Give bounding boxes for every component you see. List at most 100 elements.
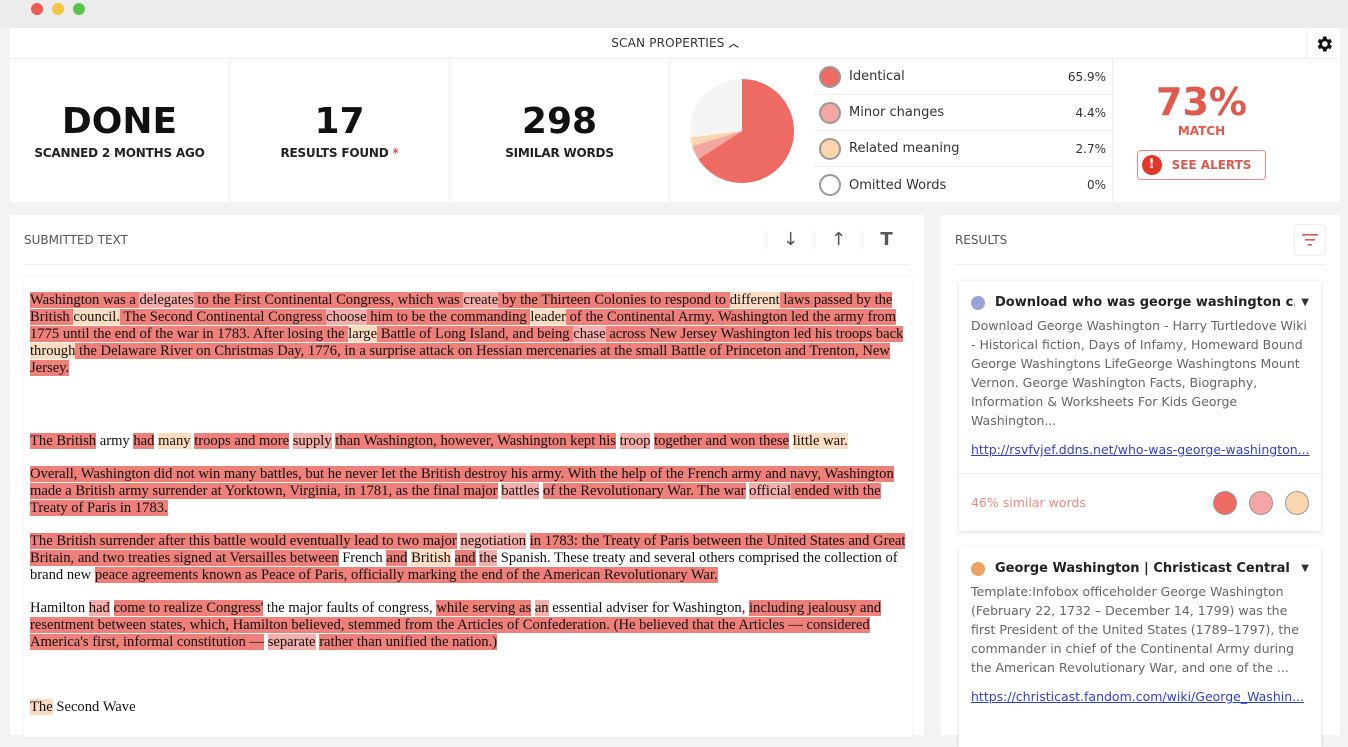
- identical-highlight[interactable]: Battle of Long Island, and being: [377, 326, 574, 342]
- identical-highlight[interactable]: than Washington, however, Washington kep…: [335, 433, 616, 449]
- identical-highlight[interactable]: together and won these: [654, 433, 790, 449]
- minor-change-highlight[interactable]: battles: [501, 483, 540, 499]
- minor-change-highlight[interactable]: official: [749, 483, 792, 499]
- result-title[interactable]: Download who was george washington c...: [995, 295, 1295, 310]
- identical-highlight[interactable]: The British: [30, 433, 97, 449]
- caret-down-icon[interactable]: ▼: [1301, 563, 1309, 574]
- globe-favicon-icon: [971, 295, 985, 310]
- alert-icon: !: [1141, 154, 1162, 175]
- match-label: MATCH: [1177, 123, 1226, 138]
- text-format-icon: T: [880, 229, 893, 250]
- related-meaning-highlight[interactable]: little war.: [792, 433, 848, 449]
- results-header: RESULTS: [955, 215, 1326, 265]
- minor-change-highlight[interactable]: an: [534, 600, 549, 616]
- minor-change-highlight[interactable]: chase: [573, 326, 606, 342]
- identical-highlight[interactable]: him to be the commanding: [366, 309, 531, 325]
- scan-properties-toggle[interactable]: SCAN PROPERTIES ︿: [10, 35, 1340, 50]
- text-format-button[interactable]: T: [862, 229, 910, 250]
- minor-change-highlight[interactable]: separate: [267, 634, 316, 650]
- document-paragraph: The Second Wave: [30, 699, 906, 716]
- legend-label: Related meaning: [849, 141, 960, 156]
- chevron-up-icon: ︿: [728, 39, 739, 50]
- result-card[interactable]: Download who was george washington c... …: [959, 281, 1321, 531]
- close-window-button[interactable]: [31, 3, 43, 15]
- match-summary: 73% MATCH ! SEE ALERTS: [1113, 59, 1340, 202]
- related-meaning-highlight[interactable]: The: [30, 699, 53, 715]
- legend-row-identical[interactable]: Identical 65.9%: [813, 59, 1112, 95]
- see-alerts-button[interactable]: ! SEE ALERTS: [1136, 149, 1267, 180]
- identical-highlight[interactable]: rather than unified the nation.): [319, 634, 498, 650]
- minor-change-highlight[interactable]: delegates: [139, 292, 194, 308]
- related-meaning-indicator[interactable]: [1285, 490, 1309, 515]
- legend-row-related-meaning[interactable]: Related meaning 2.7%: [813, 131, 1112, 167]
- identical-highlight[interactable]: by the Thirteen Colonies to respond to: [498, 292, 730, 308]
- legend-row-omitted-words[interactable]: Omitted Words 0%: [813, 167, 1112, 203]
- match-pie-chart: [670, 59, 813, 202]
- identical-highlight[interactable]: had: [133, 433, 155, 449]
- result-title[interactable]: George Washington | Christicast Central …: [995, 561, 1295, 576]
- arrow-down-icon: ↓: [782, 229, 799, 250]
- minor-change-highlight[interactable]: troop: [619, 433, 651, 449]
- minor-change-highlight[interactable]: the: [479, 550, 498, 566]
- identical-swatch: [819, 65, 841, 88]
- related-meaning-highlight[interactable]: council.: [73, 309, 120, 325]
- identical-highlight[interactable]: while serving as: [436, 600, 532, 616]
- related-meaning-highlight[interactable]: different: [729, 292, 780, 308]
- related-meaning-highlight[interactable]: British: [411, 550, 451, 566]
- minimize-window-button[interactable]: [52, 3, 64, 15]
- plain-text: [451, 550, 455, 566]
- status-value: DONE: [61, 100, 178, 142]
- identical-highlight[interactable]: The Second Continental Congress: [120, 309, 327, 325]
- see-alerts-label: SEE ALERTS: [1171, 157, 1252, 172]
- status-label: SCANNED 2 MONTHS AGO: [34, 145, 205, 160]
- match-legend: Identical 65.9% Minor changes 4.4% Relat…: [813, 59, 1113, 202]
- identical-indicator[interactable]: [1213, 490, 1237, 515]
- minor-changes-swatch: [819, 101, 841, 124]
- related-meaning-highlight[interactable]: through: [30, 343, 76, 359]
- related-meaning-highlight[interactable]: many: [158, 433, 191, 449]
- identical-highlight[interactable]: across New Jersey Washington led his tro…: [605, 326, 904, 342]
- previous-match-button[interactable]: ↑: [814, 229, 862, 250]
- legend-label: Minor changes: [849, 105, 945, 120]
- identical-highlight[interactable]: and: [386, 550, 408, 566]
- scan-properties-bar: SCAN PROPERTIES ︿: [10, 28, 1340, 59]
- identical-highlight[interactable]: peace agreements known as Peace of Paris…: [94, 567, 718, 583]
- site-favicon-icon: [971, 561, 985, 576]
- minor-change-highlight[interactable]: create: [463, 292, 499, 308]
- minor-change-highlight[interactable]: supply: [292, 433, 332, 449]
- minor-change-highlight[interactable]: choose: [326, 309, 367, 325]
- submitted-text-panel: SUBMITTED TEXT ↓ ↑ T Washington was a de…: [10, 215, 924, 737]
- identical-highlight[interactable]: to the First Continental Congress, which…: [193, 292, 464, 308]
- minor-change-highlight[interactable]: had: [88, 600, 110, 616]
- result-url-link[interactable]: https://christicast.fandom.com/wiki/Geor…: [959, 677, 1321, 704]
- plain-text: army: [96, 433, 134, 449]
- related-meaning-highlight[interactable]: large: [348, 326, 378, 342]
- next-match-button[interactable]: ↓: [766, 229, 814, 250]
- results-asterisk: *: [392, 145, 399, 160]
- identical-highlight[interactable]: troops and more: [194, 433, 290, 449]
- minor-changes-indicator[interactable]: [1249, 490, 1273, 515]
- related-meaning-swatch: [819, 137, 841, 160]
- gear-icon: [1317, 36, 1332, 51]
- related-meaning-highlight[interactable]: leader: [530, 309, 566, 325]
- plain-text: essential adviser for Washington,: [548, 600, 749, 616]
- identical-highlight[interactable]: come to realize Congress': [113, 600, 264, 616]
- filter-icon: [1302, 233, 1318, 246]
- identical-highlight[interactable]: of the Revolutionary War. The war: [542, 483, 746, 499]
- identical-highlight[interactable]: Washington was a: [30, 292, 140, 308]
- identical-highlight[interactable]: and: [454, 550, 476, 566]
- plain-text: the major faults of congress,: [263, 600, 437, 616]
- legend-row-minor-changes[interactable]: Minor changes 4.4%: [813, 95, 1112, 131]
- legend-label: Identical: [849, 69, 905, 84]
- filter-button[interactable]: [1294, 223, 1326, 256]
- result-url-link[interactable]: http://rsvfvjef.ddns.net/who-was-george-…: [959, 430, 1321, 457]
- result-card[interactable]: George Washington | Christicast Central …: [959, 547, 1321, 747]
- identical-highlight[interactable]: the Delaware River on Christmas Day, 177…: [30, 343, 890, 376]
- settings-button[interactable]: [1306, 28, 1340, 59]
- identical-highlight[interactable]: The British surrender after this battle …: [30, 533, 457, 549]
- similar-words-count: 298: [521, 100, 598, 142]
- plain-text: Second Wave: [52, 699, 136, 715]
- minor-change-highlight[interactable]: negotiation: [460, 533, 527, 549]
- caret-down-icon[interactable]: ▼: [1301, 297, 1309, 308]
- maximize-window-button[interactable]: [73, 3, 85, 15]
